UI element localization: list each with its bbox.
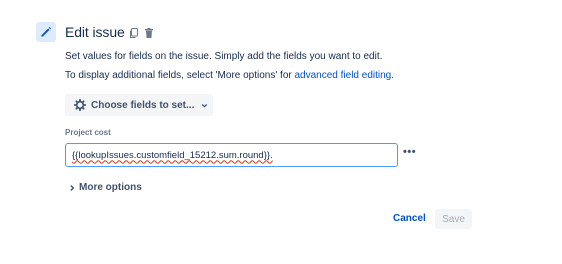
title-actions bbox=[128, 27, 155, 39]
more-options-toggle[interactable]: More options bbox=[68, 182, 142, 193]
gear-icon bbox=[74, 99, 86, 111]
project-cost-value: {{lookupIssues.customfield_15212.sum.rou… bbox=[72, 149, 273, 161]
chevron-down-icon bbox=[202, 103, 208, 108]
trash-icon[interactable] bbox=[143, 27, 155, 39]
project-cost-input[interactable]: {{lookupIssues.customfield_15212.sum.rou… bbox=[65, 143, 398, 167]
description-line-2-suffix: . bbox=[391, 70, 395, 81]
choose-fields-button[interactable]: Choose fields to set... bbox=[65, 94, 213, 116]
save-button-label: Save bbox=[442, 213, 465, 225]
ellipsis-icon: ••• bbox=[403, 146, 417, 158]
chevron-right-icon bbox=[70, 184, 75, 191]
description-line-1: Set values for fields on the issue. Simp… bbox=[65, 51, 383, 62]
advanced-field-editing-link[interactable]: advanced field editing bbox=[295, 70, 392, 81]
page-title: Edit issue bbox=[65, 24, 125, 40]
cancel-button[interactable]: Cancel bbox=[393, 213, 426, 224]
choose-fields-label: Choose fields to set... bbox=[91, 99, 195, 111]
project-cost-label: Project cost bbox=[65, 128, 111, 137]
description-line-2-text: To display additional fields, select 'Mo… bbox=[65, 70, 295, 81]
description-line-2: To display additional fields, select 'Mo… bbox=[65, 69, 394, 83]
more-options-label: More options bbox=[79, 182, 142, 193]
pencil-icon bbox=[41, 27, 51, 37]
edit-issue-action-icon bbox=[36, 22, 56, 42]
field-options-button[interactable]: ••• bbox=[403, 146, 417, 158]
copy-icon[interactable] bbox=[128, 27, 140, 39]
save-button[interactable]: Save bbox=[435, 209, 472, 229]
